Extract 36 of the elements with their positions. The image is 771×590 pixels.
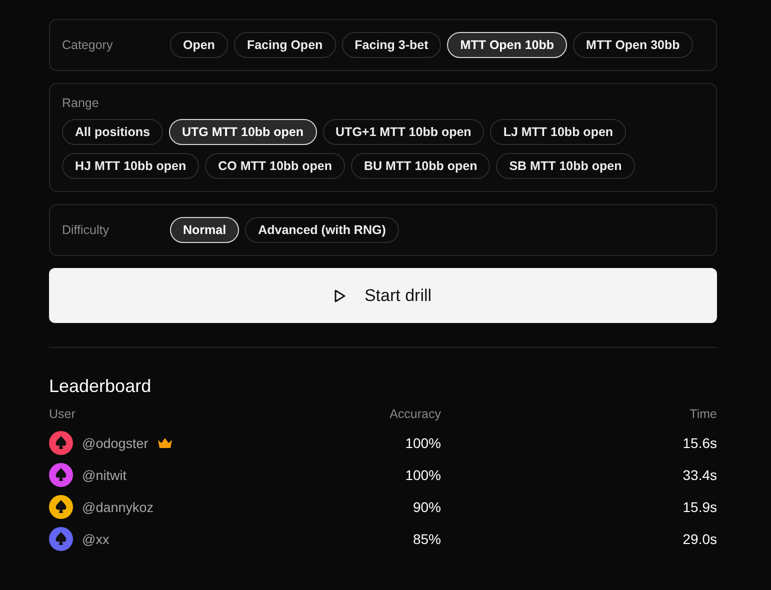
- range-label: Range: [62, 96, 100, 110]
- category-chip[interactable]: Facing 3-bet: [342, 32, 442, 58]
- category-chip[interactable]: MTT Open 30bb: [573, 32, 693, 58]
- range-chip[interactable]: SB MTT 10bb open: [496, 153, 635, 179]
- leaderboard-title: Leaderboard: [49, 376, 152, 397]
- column-header: User: [49, 407, 76, 423]
- difficulty-label: Difficulty: [62, 223, 110, 237]
- range-chip[interactable]: LJ MTT 10bb open: [490, 119, 626, 145]
- username: @nitwit: [82, 468, 126, 482]
- column-header: Accuracy: [390, 407, 441, 423]
- accuracy-cell: 90%: [412, 499, 441, 515]
- range-chip[interactable]: BU MTT 10bb open: [351, 153, 490, 179]
- username: @xx: [82, 532, 110, 546]
- username: @dannykoz: [82, 500, 154, 514]
- play-icon: [334, 288, 346, 302]
- time-cell: 15.6s: [682, 435, 717, 451]
- accuracy-cell: 85%: [412, 531, 441, 547]
- range-chip[interactable]: All positions: [62, 119, 163, 145]
- category-chip[interactable]: MTT Open 10bb: [447, 32, 568, 58]
- difficulty-chip[interactable]: Advanced (with RNG): [245, 217, 399, 243]
- range-chip[interactable]: UTG+1 MTT 10bb open: [322, 119, 484, 145]
- start-drill-button[interactable]: Start drill: [49, 268, 717, 323]
- category-label: Category: [62, 38, 114, 52]
- range-chip[interactable]: CO MTT 10bb open: [205, 153, 346, 179]
- time-cell: 15.9s: [682, 499, 717, 515]
- time-cell: 33.4s: [682, 467, 717, 483]
- category-chip[interactable]: Open: [170, 32, 228, 58]
- range-chip[interactable]: HJ MTT 10bb open: [62, 153, 200, 179]
- range-chip[interactable]: UTG MTT 10bb open: [169, 119, 317, 145]
- accuracy-cell: 100%: [405, 435, 441, 451]
- username: @odogster: [82, 436, 148, 450]
- difficulty-chip[interactable]: Normal: [170, 217, 240, 243]
- category-chip[interactable]: Facing Open: [234, 32, 336, 58]
- time-cell: 29.0s: [682, 531, 717, 547]
- column-header: Time: [690, 407, 717, 423]
- accuracy-cell: 100%: [405, 467, 441, 483]
